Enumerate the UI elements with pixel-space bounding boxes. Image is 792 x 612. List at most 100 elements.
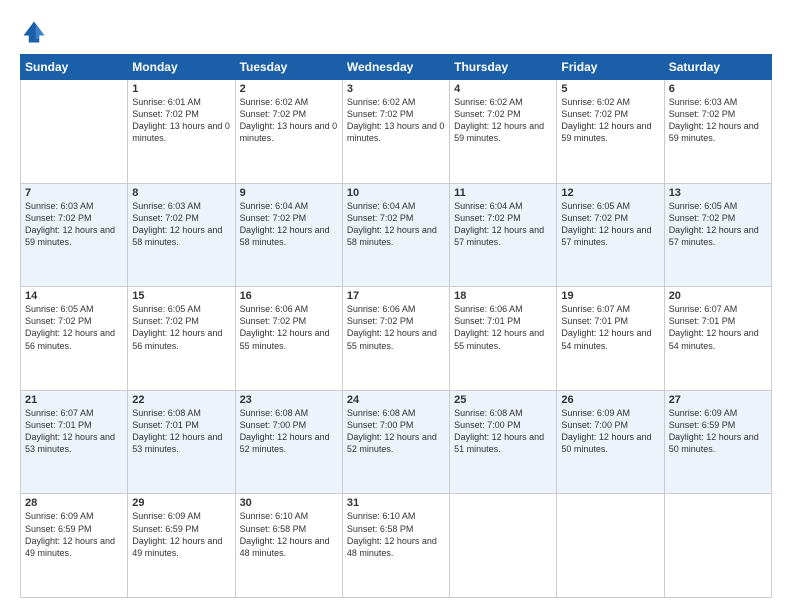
day-number: 31 — [347, 497, 445, 509]
day-number: 11 — [454, 187, 552, 199]
day-info: Sunrise: 6:06 AMSunset: 7:02 PMDaylight:… — [240, 303, 338, 352]
day-info: Sunrise: 6:05 AMSunset: 7:02 PMDaylight:… — [25, 303, 123, 352]
calendar-cell: 30Sunrise: 6:10 AMSunset: 6:58 PMDayligh… — [235, 494, 342, 598]
weekday-header-monday: Monday — [128, 55, 235, 80]
week-row-2: 7Sunrise: 6:03 AMSunset: 7:02 PMDaylight… — [21, 183, 772, 287]
weekday-header-row: SundayMondayTuesdayWednesdayThursdayFrid… — [21, 55, 772, 80]
weekday-header-tuesday: Tuesday — [235, 55, 342, 80]
day-number: 21 — [25, 394, 123, 406]
day-info: Sunrise: 6:02 AMSunset: 7:02 PMDaylight:… — [454, 96, 552, 145]
weekday-header-friday: Friday — [557, 55, 664, 80]
day-number: 6 — [669, 83, 767, 95]
weekday-header-saturday: Saturday — [664, 55, 771, 80]
day-info: Sunrise: 6:06 AMSunset: 7:01 PMDaylight:… — [454, 303, 552, 352]
day-number: 10 — [347, 187, 445, 199]
day-number: 2 — [240, 83, 338, 95]
calendar-cell: 5Sunrise: 6:02 AMSunset: 7:02 PMDaylight… — [557, 80, 664, 184]
calendar-cell: 31Sunrise: 6:10 AMSunset: 6:58 PMDayligh… — [342, 494, 449, 598]
weekday-header-sunday: Sunday — [21, 55, 128, 80]
day-info: Sunrise: 6:10 AMSunset: 6:58 PMDaylight:… — [240, 510, 338, 559]
calendar-cell: 9Sunrise: 6:04 AMSunset: 7:02 PMDaylight… — [235, 183, 342, 287]
calendar-cell: 10Sunrise: 6:04 AMSunset: 7:02 PMDayligh… — [342, 183, 449, 287]
week-row-3: 14Sunrise: 6:05 AMSunset: 7:02 PMDayligh… — [21, 287, 772, 391]
day-info: Sunrise: 6:05 AMSunset: 7:02 PMDaylight:… — [132, 303, 230, 352]
day-number: 14 — [25, 290, 123, 302]
calendar-cell: 2Sunrise: 6:02 AMSunset: 7:02 PMDaylight… — [235, 80, 342, 184]
calendar-cell — [21, 80, 128, 184]
calendar-cell: 1Sunrise: 6:01 AMSunset: 7:02 PMDaylight… — [128, 80, 235, 184]
day-number: 24 — [347, 394, 445, 406]
day-info: Sunrise: 6:08 AMSunset: 7:01 PMDaylight:… — [132, 407, 230, 456]
calendar-cell: 11Sunrise: 6:04 AMSunset: 7:02 PMDayligh… — [450, 183, 557, 287]
calendar-cell: 7Sunrise: 6:03 AMSunset: 7:02 PMDaylight… — [21, 183, 128, 287]
weekday-header-thursday: Thursday — [450, 55, 557, 80]
calendar-cell: 18Sunrise: 6:06 AMSunset: 7:01 PMDayligh… — [450, 287, 557, 391]
calendar-cell: 16Sunrise: 6:06 AMSunset: 7:02 PMDayligh… — [235, 287, 342, 391]
day-number: 20 — [669, 290, 767, 302]
calendar-cell: 19Sunrise: 6:07 AMSunset: 7:01 PMDayligh… — [557, 287, 664, 391]
day-info: Sunrise: 6:04 AMSunset: 7:02 PMDaylight:… — [240, 200, 338, 249]
day-number: 29 — [132, 497, 230, 509]
day-info: Sunrise: 6:09 AMSunset: 6:59 PMDaylight:… — [132, 510, 230, 559]
day-number: 4 — [454, 83, 552, 95]
day-info: Sunrise: 6:06 AMSunset: 7:02 PMDaylight:… — [347, 303, 445, 352]
day-info: Sunrise: 6:02 AMSunset: 7:02 PMDaylight:… — [240, 96, 338, 145]
day-number: 25 — [454, 394, 552, 406]
day-info: Sunrise: 6:04 AMSunset: 7:02 PMDaylight:… — [454, 200, 552, 249]
day-info: Sunrise: 6:02 AMSunset: 7:02 PMDaylight:… — [561, 96, 659, 145]
day-info: Sunrise: 6:03 AMSunset: 7:02 PMDaylight:… — [669, 96, 767, 145]
day-number: 1 — [132, 83, 230, 95]
day-number: 8 — [132, 187, 230, 199]
day-info: Sunrise: 6:07 AMSunset: 7:01 PMDaylight:… — [669, 303, 767, 352]
day-number: 26 — [561, 394, 659, 406]
calendar-cell: 27Sunrise: 6:09 AMSunset: 6:59 PMDayligh… — [664, 390, 771, 494]
day-info: Sunrise: 6:09 AMSunset: 6:59 PMDaylight:… — [25, 510, 123, 559]
calendar-cell — [557, 494, 664, 598]
calendar-cell: 14Sunrise: 6:05 AMSunset: 7:02 PMDayligh… — [21, 287, 128, 391]
calendar-cell: 23Sunrise: 6:08 AMSunset: 7:00 PMDayligh… — [235, 390, 342, 494]
calendar-cell — [664, 494, 771, 598]
day-info: Sunrise: 6:03 AMSunset: 7:02 PMDaylight:… — [25, 200, 123, 249]
week-row-5: 28Sunrise: 6:09 AMSunset: 6:59 PMDayligh… — [21, 494, 772, 598]
day-info: Sunrise: 6:02 AMSunset: 7:02 PMDaylight:… — [347, 96, 445, 145]
calendar-cell: 4Sunrise: 6:02 AMSunset: 7:02 PMDaylight… — [450, 80, 557, 184]
day-info: Sunrise: 6:05 AMSunset: 7:02 PMDaylight:… — [561, 200, 659, 249]
day-number: 17 — [347, 290, 445, 302]
logo — [20, 18, 52, 46]
calendar-cell: 20Sunrise: 6:07 AMSunset: 7:01 PMDayligh… — [664, 287, 771, 391]
day-number: 18 — [454, 290, 552, 302]
calendar-cell: 8Sunrise: 6:03 AMSunset: 7:02 PMDaylight… — [128, 183, 235, 287]
day-number: 9 — [240, 187, 338, 199]
day-number: 22 — [132, 394, 230, 406]
calendar-cell: 17Sunrise: 6:06 AMSunset: 7:02 PMDayligh… — [342, 287, 449, 391]
week-row-4: 21Sunrise: 6:07 AMSunset: 7:01 PMDayligh… — [21, 390, 772, 494]
day-info: Sunrise: 6:09 AMSunset: 7:00 PMDaylight:… — [561, 407, 659, 456]
day-number: 15 — [132, 290, 230, 302]
day-number: 16 — [240, 290, 338, 302]
day-number: 12 — [561, 187, 659, 199]
day-number: 28 — [25, 497, 123, 509]
calendar-cell: 28Sunrise: 6:09 AMSunset: 6:59 PMDayligh… — [21, 494, 128, 598]
calendar-cell: 29Sunrise: 6:09 AMSunset: 6:59 PMDayligh… — [128, 494, 235, 598]
day-number: 13 — [669, 187, 767, 199]
logo-icon — [20, 18, 48, 46]
day-info: Sunrise: 6:04 AMSunset: 7:02 PMDaylight:… — [347, 200, 445, 249]
day-info: Sunrise: 6:09 AMSunset: 6:59 PMDaylight:… — [669, 407, 767, 456]
week-row-1: 1Sunrise: 6:01 AMSunset: 7:02 PMDaylight… — [21, 80, 772, 184]
day-number: 5 — [561, 83, 659, 95]
day-info: Sunrise: 6:03 AMSunset: 7:02 PMDaylight:… — [132, 200, 230, 249]
calendar-cell: 13Sunrise: 6:05 AMSunset: 7:02 PMDayligh… — [664, 183, 771, 287]
calendar: SundayMondayTuesdayWednesdayThursdayFrid… — [20, 54, 772, 598]
calendar-cell: 24Sunrise: 6:08 AMSunset: 7:00 PMDayligh… — [342, 390, 449, 494]
day-info: Sunrise: 6:07 AMSunset: 7:01 PMDaylight:… — [561, 303, 659, 352]
calendar-cell: 22Sunrise: 6:08 AMSunset: 7:01 PMDayligh… — [128, 390, 235, 494]
day-number: 23 — [240, 394, 338, 406]
calendar-cell: 26Sunrise: 6:09 AMSunset: 7:00 PMDayligh… — [557, 390, 664, 494]
day-info: Sunrise: 6:07 AMSunset: 7:01 PMDaylight:… — [25, 407, 123, 456]
day-info: Sunrise: 6:08 AMSunset: 7:00 PMDaylight:… — [240, 407, 338, 456]
day-number: 7 — [25, 187, 123, 199]
day-number: 27 — [669, 394, 767, 406]
day-info: Sunrise: 6:10 AMSunset: 6:58 PMDaylight:… — [347, 510, 445, 559]
calendar-cell — [450, 494, 557, 598]
day-number: 3 — [347, 83, 445, 95]
